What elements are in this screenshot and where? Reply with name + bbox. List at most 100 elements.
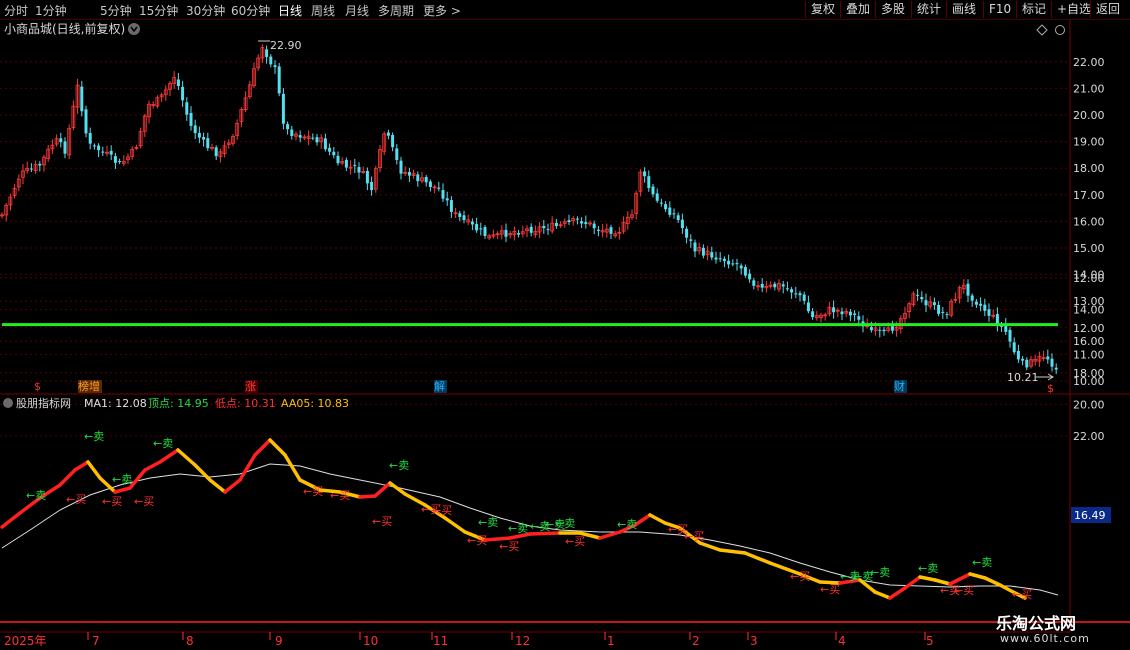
candle-body — [832, 307, 836, 313]
candle-body — [941, 311, 945, 313]
candle-body — [890, 326, 894, 331]
candle-body — [710, 252, 714, 258]
x-axis: 2025年 7 8 9 10 11 12 1 2 3 4 5 — [4, 634, 934, 648]
aa05-segment — [193, 463, 212, 482]
candle-body — [1021, 358, 1025, 361]
aa05-segment — [633, 513, 652, 527]
buy-signal: ←买 — [1012, 588, 1032, 601]
candle-body — [689, 239, 693, 241]
candle-body — [806, 302, 810, 312]
diamond-icon[interactable] — [1036, 24, 1048, 36]
aa05-segment — [143, 460, 162, 472]
x-label-apr: 4 — [838, 634, 846, 648]
aa05-value: AA05: 10.83 — [281, 397, 349, 410]
aa05-segment — [598, 530, 622, 540]
candle-body — [546, 229, 550, 231]
candle-body — [840, 311, 844, 315]
candle-body — [265, 49, 269, 57]
candle-body — [882, 329, 886, 332]
candle-body — [739, 265, 743, 269]
aa05-segment — [268, 438, 287, 457]
top-point-value: 顶点: 14.95 — [148, 397, 209, 410]
candle-body — [391, 135, 395, 148]
candle-body — [655, 193, 659, 201]
high-price-label: 22.90 — [270, 39, 302, 52]
price-tick-label: 17.00 — [1073, 189, 1105, 202]
event-marker-6[interactable]: $ — [1047, 382, 1054, 395]
current-value-text: 16.49 — [1074, 509, 1106, 522]
candle-body — [668, 207, 672, 215]
candle-body — [214, 147, 218, 157]
candle-body — [798, 293, 802, 296]
candle-body — [802, 294, 806, 301]
event-marker-4[interactable]: 解 — [434, 379, 445, 393]
sell-signal: ←卖 — [84, 430, 104, 443]
aa05-segment — [888, 586, 907, 600]
candle-body — [932, 302, 936, 306]
sell-signal: ←卖 — [617, 518, 637, 531]
candle-body — [315, 137, 319, 143]
candle-body — [680, 219, 684, 229]
circle-icon[interactable] — [1055, 25, 1065, 35]
buy-signal: ←买 — [134, 495, 154, 508]
candle-body — [731, 263, 735, 265]
candle-body — [752, 280, 756, 286]
event-marker-2[interactable]: 榜增 — [78, 379, 100, 393]
candle-body — [424, 176, 428, 183]
candle-body — [966, 283, 970, 296]
indicator-menu-button[interactable] — [3, 398, 13, 408]
candle-body — [38, 163, 42, 166]
candle-body — [92, 145, 96, 147]
candle-body — [811, 311, 815, 318]
candle-body — [1008, 329, 1012, 342]
candle-body — [542, 225, 546, 229]
buy-signal: ←买 — [372, 515, 392, 528]
sell-signal: ←卖 — [972, 556, 992, 569]
candle-body — [470, 221, 474, 225]
sell-signal: ←卖 — [26, 489, 46, 502]
candle-body — [664, 204, 668, 210]
candle-body — [878, 329, 882, 331]
price-tick-label: 20.00 — [1073, 109, 1105, 122]
indicator-grid: 22.00 20.00 18.00 16.00 14.00 12.00 — [0, 272, 1105, 443]
candle-body — [416, 174, 420, 182]
candle-body — [353, 165, 357, 167]
candle-body — [206, 138, 210, 149]
candle-body — [693, 242, 697, 252]
buy-signal: ←买 — [467, 534, 487, 547]
event-marker-3[interactable]: 涨 — [245, 380, 256, 393]
aa05-segment — [0, 511, 22, 529]
aa05-segment — [968, 572, 987, 580]
title-menu-button[interactable] — [128, 23, 140, 35]
price-tick-label: 16.00 — [1073, 215, 1105, 228]
buy-signal: ←买 — [565, 535, 585, 548]
event-marker-5[interactable]: 财 — [894, 379, 905, 393]
buy-signal: ←买 — [102, 495, 122, 508]
candle-body — [1050, 358, 1054, 367]
x-axis-ticks — [87, 632, 926, 640]
candle-body — [979, 303, 983, 306]
buy-signal: ←买 — [303, 485, 323, 498]
candle-body — [567, 220, 571, 223]
aa05-segment — [948, 572, 972, 586]
candle-body — [336, 155, 340, 164]
candle-body — [869, 327, 873, 331]
candle-body — [458, 213, 462, 217]
price-tick-label: 18.00 — [1073, 162, 1105, 175]
candle-body — [727, 260, 731, 265]
candle-body — [672, 213, 676, 215]
candle-body — [983, 304, 987, 311]
candle-body — [794, 293, 798, 295]
aa05-segment — [358, 494, 377, 499]
indicator-tick-label: 20.00 — [1073, 398, 1105, 411]
candle-body — [517, 233, 521, 235]
low-price-label: 10.21 — [1007, 371, 1039, 384]
candle-body — [647, 176, 651, 189]
candle-body — [575, 218, 579, 220]
indicator-tick-label: 22.00 — [1073, 430, 1105, 443]
aa05-segment — [873, 590, 892, 600]
candle-body — [84, 109, 88, 134]
candle-body — [643, 171, 647, 177]
event-marker-1[interactable]: $ — [34, 380, 41, 393]
candle-body — [365, 170, 369, 184]
